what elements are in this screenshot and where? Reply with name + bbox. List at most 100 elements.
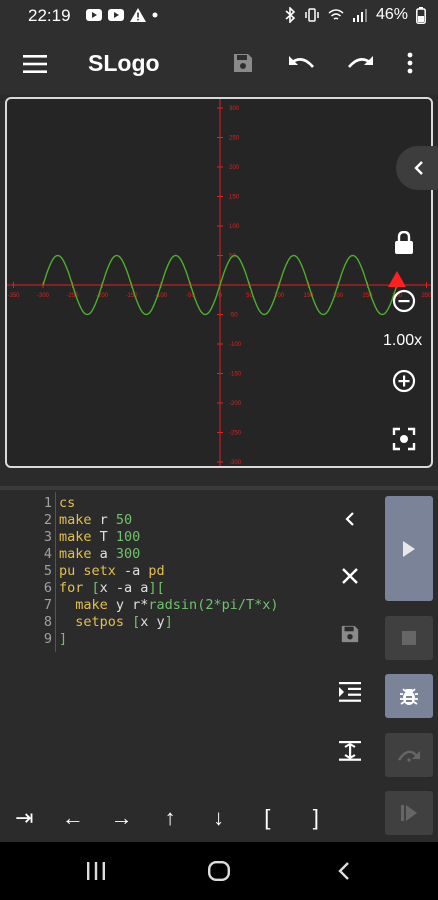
zoom-out-button[interactable]: [390, 287, 418, 315]
code-line[interactable]: for [x -a a][: [59, 580, 279, 597]
chevron-left-icon: [414, 161, 423, 175]
undo-button[interactable]: [286, 48, 318, 78]
system-icons: 46%: [284, 6, 426, 24]
code-token: a: [91, 546, 116, 562]
key-button[interactable]: [: [243, 795, 292, 841]
notification-icons: [86, 8, 158, 22]
save-code-button[interactable]: [336, 620, 364, 648]
run-button[interactable]: [385, 496, 433, 601]
code-token: 300: [115, 546, 141, 562]
center-focus-icon: [392, 427, 416, 451]
code-token: 50: [115, 512, 133, 528]
collapse-editor-button[interactable]: [336, 505, 364, 533]
chevron-left-icon: [345, 512, 354, 526]
code-editor[interactable]: 123456789 cs make r 50 make T 100 make a 30…: [0, 492, 330, 792]
collapse-icon: [339, 741, 361, 761]
dot-icon: [152, 12, 158, 18]
code-text[interactable]: cs make r 50 make T 100 make a 300 pu setx -…: [59, 495, 279, 648]
menu-button[interactable]: [20, 50, 50, 78]
line-number: 6: [43, 580, 52, 596]
warning-icon: [130, 8, 146, 22]
stop-button[interactable]: [385, 616, 433, 660]
line-number: 4: [43, 546, 52, 562]
code-token: setpos: [59, 614, 125, 630]
plot-svg: -350 -300 -250 -200 -150 -100 -50 0 50 100 150 200 2…: [7, 99, 431, 466]
step-over-button[interactable]: [385, 733, 433, 777]
turtle-icon: [388, 271, 406, 287]
y-tick-label: -200: [229, 401, 242, 407]
y-tick-label: -100: [229, 342, 242, 348]
code-token: make: [59, 529, 92, 545]
code-line[interactable]: make a 300: [59, 546, 279, 563]
code-token: -a: [115, 563, 149, 579]
x-tick-label: 350: [421, 293, 431, 299]
code-line[interactable]: ]: [59, 631, 279, 648]
code-token: pu setx: [59, 563, 116, 579]
y-tick-label: 100: [229, 224, 240, 230]
code-token: radsin: [148, 597, 198, 613]
key-button[interactable]: ↑: [146, 795, 195, 841]
code-token: (2*: [197, 597, 222, 613]
key-button[interactable]: →: [97, 795, 146, 841]
code-token: [: [83, 580, 100, 596]
code-token: make: [59, 546, 92, 562]
save-button[interactable]: [228, 48, 258, 78]
key-button[interactable]: ]: [292, 795, 341, 841]
key-button[interactable]: ←: [49, 795, 98, 841]
zoom-in-button[interactable]: [390, 367, 418, 395]
debug-icon: [400, 688, 418, 705]
youtube-icon: [86, 9, 102, 21]
code-token: 100: [115, 529, 141, 545]
gutter-divider: [55, 492, 56, 652]
code-line[interactable]: setpos [x y]: [59, 614, 279, 631]
status-time: 22:19: [28, 6, 71, 25]
x-tick-label: 0: [218, 293, 222, 299]
code-token: make: [59, 512, 92, 528]
expand-panel-button[interactable]: [396, 146, 438, 190]
recents-icon: [87, 862, 105, 880]
symbol-key-bar: ⇥ ← → ↑ ↓[]: [0, 795, 438, 841]
line-number: 7: [43, 597, 52, 613]
redo-icon: [348, 56, 373, 68]
code-line[interactable]: make y r*radsin(2*pi/T*x): [59, 597, 279, 614]
code-token: y r*: [107, 597, 149, 613]
code-token: make: [59, 597, 108, 613]
undo-icon: [289, 56, 314, 68]
turtle-canvas[interactable]: -350 -300 -250 -200 -150 -100 -50 0 50 100 150 200 2…: [5, 97, 433, 468]
save-icon: [234, 54, 252, 72]
redo-button[interactable]: [344, 48, 376, 78]
collapse-lines-button[interactable]: [336, 737, 364, 765]
code-token: ][: [148, 580, 165, 596]
debug-button[interactable]: [385, 674, 433, 718]
x-tick-label: -300: [37, 293, 50, 299]
code-line[interactable]: cs: [59, 495, 279, 512]
lock-button[interactable]: [390, 228, 418, 258]
clear-editor-button[interactable]: [336, 562, 364, 590]
play-icon: [403, 540, 415, 557]
key-button[interactable]: ⇥: [0, 795, 49, 841]
more-options-button[interactable]: [400, 48, 420, 78]
battery-percent: 46%: [375, 6, 408, 23]
battery-icon: [416, 6, 426, 24]
center-view-button[interactable]: [390, 425, 418, 453]
code-line[interactable]: make T 100: [59, 529, 279, 546]
key-button[interactable]: ↓: [194, 795, 243, 841]
step-over-icon: [397, 750, 420, 762]
line-number: 1: [43, 495, 52, 511]
y-tick-label: 150: [229, 195, 240, 201]
status-bar: 22:19 46%: [0, 0, 438, 34]
y-tick-label: -250: [229, 431, 242, 437]
panel-divider[interactable]: [0, 486, 438, 490]
recents-button[interactable]: [78, 856, 114, 886]
y-tick-label: 250: [229, 136, 240, 142]
format-indent-button[interactable]: [336, 678, 364, 706]
code-line[interactable]: pu setx -a pd: [59, 563, 279, 580]
signal-icon: [352, 9, 367, 22]
y-tick-label: 300: [229, 106, 240, 112]
save-icon: [341, 625, 359, 643]
home-button[interactable]: [201, 856, 237, 886]
back-button[interactable]: [326, 856, 362, 886]
code-line[interactable]: make r 50: [59, 512, 279, 529]
code-token: /T*x): [237, 597, 279, 613]
app-title: SLogo: [88, 50, 160, 76]
